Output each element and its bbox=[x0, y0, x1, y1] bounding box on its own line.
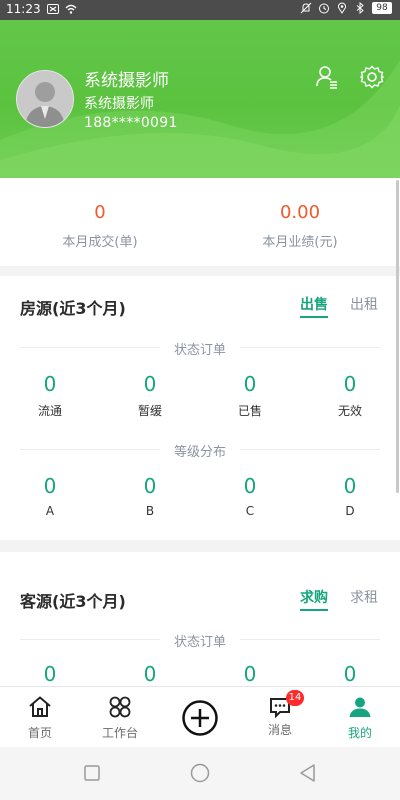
metric-value: 0 bbox=[343, 372, 357, 396]
home-icon bbox=[29, 696, 51, 717]
bottom-nav: 首页 工作台 14 消息 我的 bbox=[0, 686, 400, 747]
customers-card: 客源(近3个月) 求购 求租 状态订单 0 0 0 0 bbox=[0, 552, 400, 686]
tab-sale[interactable]: 出售 bbox=[300, 294, 328, 314]
nav-mine-label: 我的 bbox=[347, 726, 372, 740]
user-phone: 188****0091 bbox=[84, 115, 178, 131]
metric-value: 0 bbox=[243, 474, 257, 498]
metric-value: 0 bbox=[343, 662, 357, 686]
metric-label: 暂缓 bbox=[137, 404, 162, 418]
alarm-icon bbox=[319, 3, 329, 14]
houses-status-invalid[interactable]: 0 无效 bbox=[300, 372, 400, 419]
page-scrollbar[interactable] bbox=[396, 180, 399, 493]
notification-x-icon bbox=[46, 4, 59, 14]
metric-label: C bbox=[245, 504, 255, 518]
monthly-stats: 0 本月成交(单) 0.00 本月业绩(元) bbox=[0, 178, 400, 266]
houses-card: 房源(近3个月) 出售 出租 状态订单 0 流通 0 暂缓 0 已售 0 无效 … bbox=[0, 276, 400, 540]
nav-home-label: 首页 bbox=[27, 726, 52, 740]
tab-buy-underline bbox=[300, 609, 328, 611]
metric-label: 流通 bbox=[37, 404, 62, 418]
tab-lease[interactable]: 求租 bbox=[350, 587, 378, 607]
wifi-icon bbox=[65, 4, 77, 14]
avatar-silhouette-icon bbox=[17, 71, 73, 127]
customers-status-4[interactable]: 0 bbox=[300, 662, 400, 686]
metric-value: 0 bbox=[43, 372, 57, 396]
houses-status-heading: 状态订单 bbox=[173, 343, 226, 358]
home-button-icon[interactable] bbox=[190, 763, 210, 783]
nav-add[interactable] bbox=[160, 687, 240, 747]
bluetooth-icon bbox=[356, 2, 364, 14]
avatar[interactable] bbox=[16, 70, 74, 128]
tab-sale-underline bbox=[300, 316, 328, 318]
metric-value: 0 bbox=[43, 662, 57, 686]
status-bar: 11:23 98 bbox=[0, 0, 400, 20]
customers-title: 客源(近3个月) bbox=[20, 592, 126, 611]
person-icon bbox=[349, 697, 371, 717]
monthly-deals[interactable]: 0 本月成交(单) bbox=[0, 202, 200, 250]
monthly-performance[interactable]: 0.00 本月业绩(元) bbox=[200, 202, 400, 250]
plus-circle-icon bbox=[182, 700, 218, 736]
location-icon bbox=[337, 2, 347, 14]
houses-grade-a[interactable]: 0 A bbox=[0, 474, 100, 518]
user-name: 系统摄影师 bbox=[84, 71, 169, 91]
status-time: 11:23 bbox=[6, 2, 41, 16]
houses-status-sold[interactable]: 0 已售 bbox=[200, 372, 300, 419]
houses-status-paused[interactable]: 0 暂缓 bbox=[100, 372, 200, 419]
metric-label: D bbox=[345, 504, 355, 518]
houses-grade-b[interactable]: 0 B bbox=[100, 474, 200, 518]
customers-status-3[interactable]: 0 bbox=[200, 662, 300, 686]
metric-value: 0 bbox=[143, 372, 157, 396]
metric-value: 0 bbox=[143, 662, 157, 686]
metric-value: 0 bbox=[243, 662, 257, 686]
houses-grade-divider: 等级分布 bbox=[20, 440, 380, 460]
houses-status-divider: 状态订单 bbox=[20, 338, 380, 358]
monthly-performance-value: 0.00 bbox=[279, 202, 321, 223]
customers-status-heading: 状态订单 bbox=[173, 635, 226, 650]
metric-label: A bbox=[45, 504, 55, 518]
monthly-deals-label: 本月成交(单) bbox=[62, 235, 138, 250]
gear-icon[interactable] bbox=[359, 64, 385, 90]
houses-grade-c[interactable]: 0 C bbox=[200, 474, 300, 518]
workbench-icon bbox=[109, 696, 131, 718]
monthly-performance-label: 本月业绩(元) bbox=[262, 235, 338, 250]
metric-label: 无效 bbox=[337, 404, 362, 418]
profile-list-icon[interactable] bbox=[314, 64, 340, 90]
metric-value: 0 bbox=[143, 474, 157, 498]
nav-messages-label: 消息 bbox=[267, 723, 292, 737]
user-role: 系统摄影师 bbox=[84, 96, 154, 112]
houses-grade-heading: 等级分布 bbox=[173, 445, 226, 460]
nav-home[interactable]: 首页 bbox=[0, 687, 80, 747]
houses-status-circulating[interactable]: 0 流通 bbox=[0, 372, 100, 419]
recent-apps-icon[interactable] bbox=[82, 763, 102, 783]
nav-mine[interactable]: 我的 bbox=[320, 687, 400, 747]
customers-status-2[interactable]: 0 bbox=[100, 662, 200, 686]
customers-status-1[interactable]: 0 bbox=[0, 662, 100, 686]
tab-rent[interactable]: 出租 bbox=[350, 294, 378, 314]
profile-header: 系统摄影师 系统摄影师 188****0091 bbox=[0, 20, 400, 178]
monthly-deals-value: 0 bbox=[94, 202, 106, 223]
nav-workbench[interactable]: 工作台 bbox=[80, 687, 160, 747]
metric-label: 已售 bbox=[237, 404, 262, 418]
nav-workbench-label: 工作台 bbox=[101, 726, 138, 740]
message-badge: 14 bbox=[286, 690, 304, 706]
system-nav-bar bbox=[0, 747, 400, 800]
metric-value: 0 bbox=[243, 372, 257, 396]
metric-value: 0 bbox=[343, 474, 357, 498]
houses-grade-d[interactable]: 0 D bbox=[300, 474, 400, 518]
silent-bell-icon bbox=[300, 2, 312, 14]
battery-level: 98 bbox=[372, 2, 392, 14]
customers-status-divider: 状态订单 bbox=[20, 630, 380, 650]
tab-buy[interactable]: 求购 bbox=[300, 587, 328, 607]
metric-value: 0 bbox=[43, 474, 57, 498]
nav-messages[interactable]: 14 消息 bbox=[240, 687, 320, 747]
metric-label: B bbox=[145, 504, 155, 518]
houses-title: 房源(近3个月) bbox=[20, 299, 126, 318]
back-icon[interactable] bbox=[298, 763, 318, 783]
